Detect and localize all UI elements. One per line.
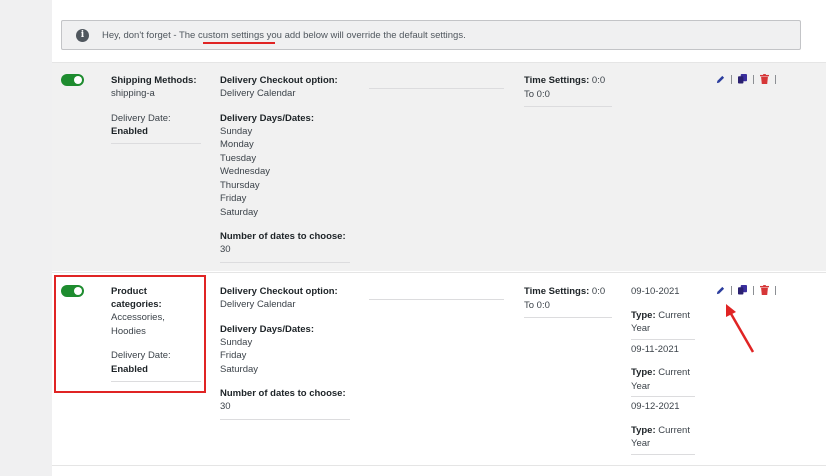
annotation-arrow-icon [726, 304, 755, 353]
override-notice: i Hey, don't forget - The custom setting… [61, 20, 801, 50]
row-enabled-toggle[interactable] [61, 74, 84, 86]
specific-dates-column: 09-10-2021 Type: Current Year 09-11-2021… [631, 285, 695, 455]
annotation-underline [203, 42, 275, 44]
time-column: Time Settings: 0:0 To 0:0 [524, 74, 612, 107]
scope-column: Shipping Methods: shipping-a Delivery Da… [111, 74, 201, 144]
time-column: Time Settings: 0:0 To 0:0 [524, 285, 612, 318]
delete-trash-icon[interactable] [760, 74, 769, 84]
row-actions [716, 285, 778, 295]
duplicate-icon[interactable] [738, 74, 747, 84]
delete-trash-icon[interactable] [760, 285, 769, 295]
settings-row-shipping: Shipping Methods: shipping-a Delivery Da… [52, 62, 826, 271]
annotation-highlight-box [54, 275, 206, 393]
delivery-days-list: Sunday Friday Saturday [220, 336, 259, 375]
delivery-column: Delivery Checkout option: Delivery Calen… [220, 74, 350, 263]
notice-message: Hey, don't forget - The custom settings … [102, 30, 466, 41]
edit-pencil-icon[interactable] [716, 75, 725, 84]
duplicate-icon[interactable] [738, 285, 747, 295]
row-actions [716, 74, 778, 84]
delivery-column: Delivery Checkout option: Delivery Calen… [220, 285, 350, 420]
info-icon: i [76, 29, 89, 42]
edit-pencil-icon[interactable] [716, 286, 725, 295]
custom-settings-link[interactable]: custom settings [198, 30, 264, 41]
delivery-days-list: Sunday Monday Tuesday Wednesday Thursday… [220, 125, 270, 218]
